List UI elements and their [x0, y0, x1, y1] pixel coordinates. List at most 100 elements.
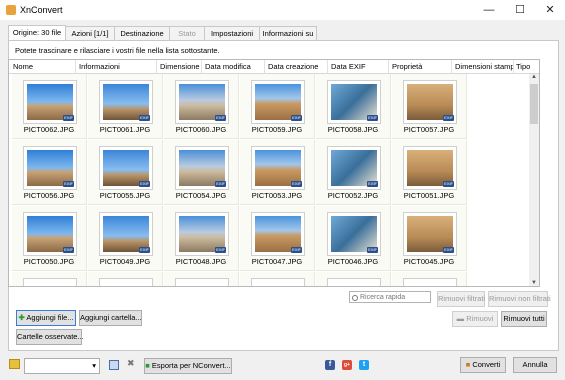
file-thumbnail-item-partial[interactable]	[316, 272, 391, 286]
column-informazioni[interactable]: Informazioni	[79, 62, 120, 71]
file-name: PICT0060.JPG	[175, 125, 227, 134]
file-name: PICT0055.JPG	[99, 191, 151, 200]
file-name: PICT0052.JPG	[327, 191, 379, 200]
file-thumbnail-item[interactable]: EXIF PICT0058.JPG	[316, 74, 391, 139]
thumbnail-frame: EXIF	[251, 80, 305, 124]
facebook-icon[interactable]: f	[325, 360, 335, 370]
exif-badge: EXIF	[139, 115, 150, 121]
tab-origine[interactable]: Origine: 30 file	[8, 25, 66, 41]
exif-badge: EXIF	[443, 247, 454, 253]
google-plus-icon[interactable]: g+	[342, 360, 352, 370]
file-thumbnail-item[interactable]: EXIF PICT0045.JPG	[392, 206, 467, 271]
convert-icon: ■	[465, 360, 471, 369]
plus-icon: ✚	[18, 313, 25, 322]
maximize-button[interactable]: ☐	[505, 0, 535, 20]
remove-filtered-button[interactable]: Rimuovi filtrati	[437, 291, 485, 307]
file-thumbnail-item[interactable]: EXIF PICT0054.JPG	[164, 140, 239, 205]
exif-badge: EXIF	[215, 181, 226, 187]
quick-search-input[interactable]: Ricerca rapida	[349, 291, 431, 303]
scroll-up-icon[interactable]: ▲	[529, 74, 539, 80]
twitter-icon[interactable]: t	[359, 360, 369, 370]
file-name: PICT0051.JPG	[403, 191, 455, 200]
file-thumbnail-item[interactable]: EXIF PICT0055.JPG	[88, 140, 163, 205]
remove-all-button[interactable]: Rimuovi tutti	[501, 311, 547, 327]
vertical-scrollbar[interactable]: ▲ ▼	[529, 74, 539, 286]
file-thumbnail-item-partial[interactable]	[12, 272, 87, 286]
export-nconvert-button[interactable]: ■ Esporta per NConvert...	[144, 358, 232, 374]
thumbnail-frame: EXIF	[251, 146, 305, 190]
add-files-button[interactable]: ✚ Aggiungi file...	[16, 310, 76, 326]
file-thumbnail-item[interactable]: EXIF PICT0059.JPG	[240, 74, 315, 139]
preset-select[interactable]: ▾	[24, 358, 100, 374]
file-thumbnail-item-partial[interactable]	[392, 272, 467, 286]
file-thumbnail-item[interactable]: EXIF PICT0049.JPG	[88, 206, 163, 271]
remove-label: Rimuovi	[466, 314, 494, 323]
file-thumbnail-item[interactable]: EXIF PICT0060.JPG	[164, 74, 239, 139]
file-thumbnail-item[interactable]: EXIF PICT0056.JPG	[12, 140, 87, 205]
file-thumbnail-item[interactable]: EXIF PICT0048.JPG	[164, 206, 239, 271]
column-data-modifica[interactable]: Data modifica	[205, 62, 251, 71]
column-dimensioni-stampa[interactable]: Dimensioni stampa	[455, 62, 513, 71]
add-folder-button[interactable]: Aggiungi cartella...	[79, 310, 142, 326]
file-thumbnail-item[interactable]: EXIF PICT0050.JPG	[12, 206, 87, 271]
file-thumbnail-item[interactable]: EXIF PICT0061.JPG	[88, 74, 163, 139]
file-thumbnail-item[interactable]: EXIF PICT0047.JPG	[240, 206, 315, 271]
file-list[interactable]: Nome Informazioni Dimensione Data modifi…	[8, 59, 540, 287]
column-data-creazione[interactable]: Data creazione	[268, 62, 318, 71]
minus-icon: ▬	[456, 314, 465, 323]
scrollbar-thumb[interactable]	[530, 84, 538, 124]
close-button[interactable]: ✕	[535, 0, 565, 20]
file-name: PICT0056.JPG	[23, 191, 75, 200]
exif-badge: EXIF	[367, 115, 378, 121]
file-thumbnail-item-partial[interactable]	[240, 272, 315, 286]
thumbnail-frame: EXIF	[327, 146, 381, 190]
add-files-label: Aggiungi file...	[26, 313, 74, 322]
thumbnail-frame: EXIF	[175, 146, 229, 190]
remove-button[interactable]: ▬ Rimuovi	[452, 311, 498, 327]
column-data-exif[interactable]: Data EXIF	[331, 62, 366, 71]
remove-unfiltered-button[interactable]: Rimuovi non filtrati	[488, 291, 551, 307]
convert-button[interactable]: ■ Converti	[460, 357, 506, 373]
file-thumbnail-item[interactable]: EXIF PICT0053.JPG	[240, 140, 315, 205]
exif-badge: EXIF	[215, 247, 226, 253]
cancel-button[interactable]: Annulla	[513, 357, 557, 373]
thumbnail-frame	[99, 278, 153, 286]
search-icon	[352, 295, 358, 301]
folder-icon[interactable]	[9, 359, 20, 369]
column-dimensione[interactable]: Dimensione	[160, 62, 200, 71]
exif-badge: EXIF	[291, 181, 302, 187]
file-name: PICT0057.JPG	[403, 125, 455, 134]
thumbnail-frame: EXIF	[327, 80, 381, 124]
thumbnail-frame: EXIF	[99, 80, 153, 124]
thumbnail-frame: EXIF	[327, 212, 381, 256]
watched-folders-button[interactable]: Cartelle osservate...	[16, 329, 84, 345]
file-thumbnail-item-partial[interactable]	[88, 272, 163, 286]
delete-icon[interactable]: ✖	[127, 358, 139, 370]
file-name: PICT0047.JPG	[251, 257, 303, 266]
column-nome[interactable]: Nome	[13, 62, 33, 71]
file-thumbnail-item[interactable]: EXIF PICT0052.JPG	[316, 140, 391, 205]
thumbnail-frame: EXIF	[403, 80, 457, 124]
tab-destinazione[interactable]: Destinazione	[114, 26, 170, 40]
file-thumbnail-item[interactable]: EXIF PICT0062.JPG	[12, 74, 87, 139]
file-thumbnail-item[interactable]: EXIF PICT0051.JPG	[392, 140, 467, 205]
exif-badge: EXIF	[367, 247, 378, 253]
tab-azioni[interactable]: Azioni [1/1]	[65, 26, 115, 40]
file-thumbnail-item-partial[interactable]	[164, 272, 239, 286]
tab-impostazioni[interactable]: Impostazioni	[204, 26, 260, 40]
file-name: PICT0053.JPG	[251, 191, 303, 200]
minimize-button[interactable]: —	[474, 0, 504, 20]
exif-badge: EXIF	[443, 181, 454, 187]
scroll-down-icon[interactable]: ▼	[529, 280, 539, 286]
tab-informazioni[interactable]: Informazioni su	[259, 26, 317, 40]
column-proprieta[interactable]: Proprietà	[392, 62, 422, 71]
thumbnail-frame	[251, 278, 305, 286]
save-icon[interactable]	[109, 360, 119, 370]
file-name: PICT0061.JPG	[99, 125, 151, 134]
exif-badge: EXIF	[291, 115, 302, 121]
thumbnail-frame: EXIF	[23, 212, 77, 256]
column-tipo[interactable]: Tipo	[516, 62, 530, 71]
file-thumbnail-item[interactable]: EXIF PICT0057.JPG	[392, 74, 467, 139]
chevron-down-icon: ▾	[92, 361, 96, 370]
file-thumbnail-item[interactable]: EXIF PICT0046.JPG	[316, 206, 391, 271]
